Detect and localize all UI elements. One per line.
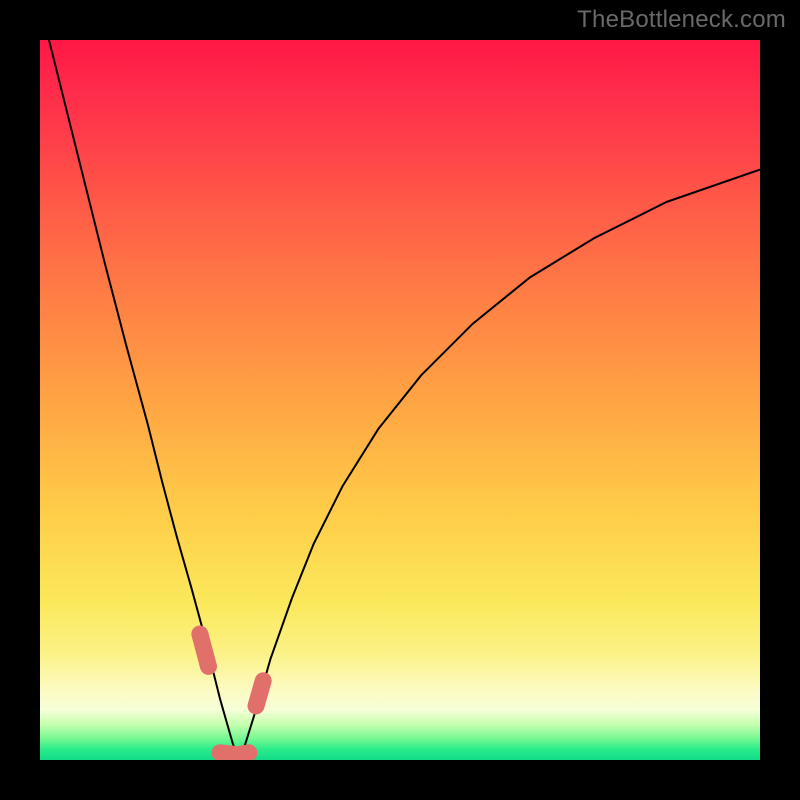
marker-floor-right [240,753,249,754]
marker-right-band [256,681,263,706]
marker-left-band [200,634,209,666]
chart-frame: TheBottleneck.com [0,0,800,800]
marker-layer [40,40,760,760]
plot-area [40,40,760,760]
watermark-text: TheBottleneck.com [577,6,786,34]
marker-floor-left [220,753,233,754]
